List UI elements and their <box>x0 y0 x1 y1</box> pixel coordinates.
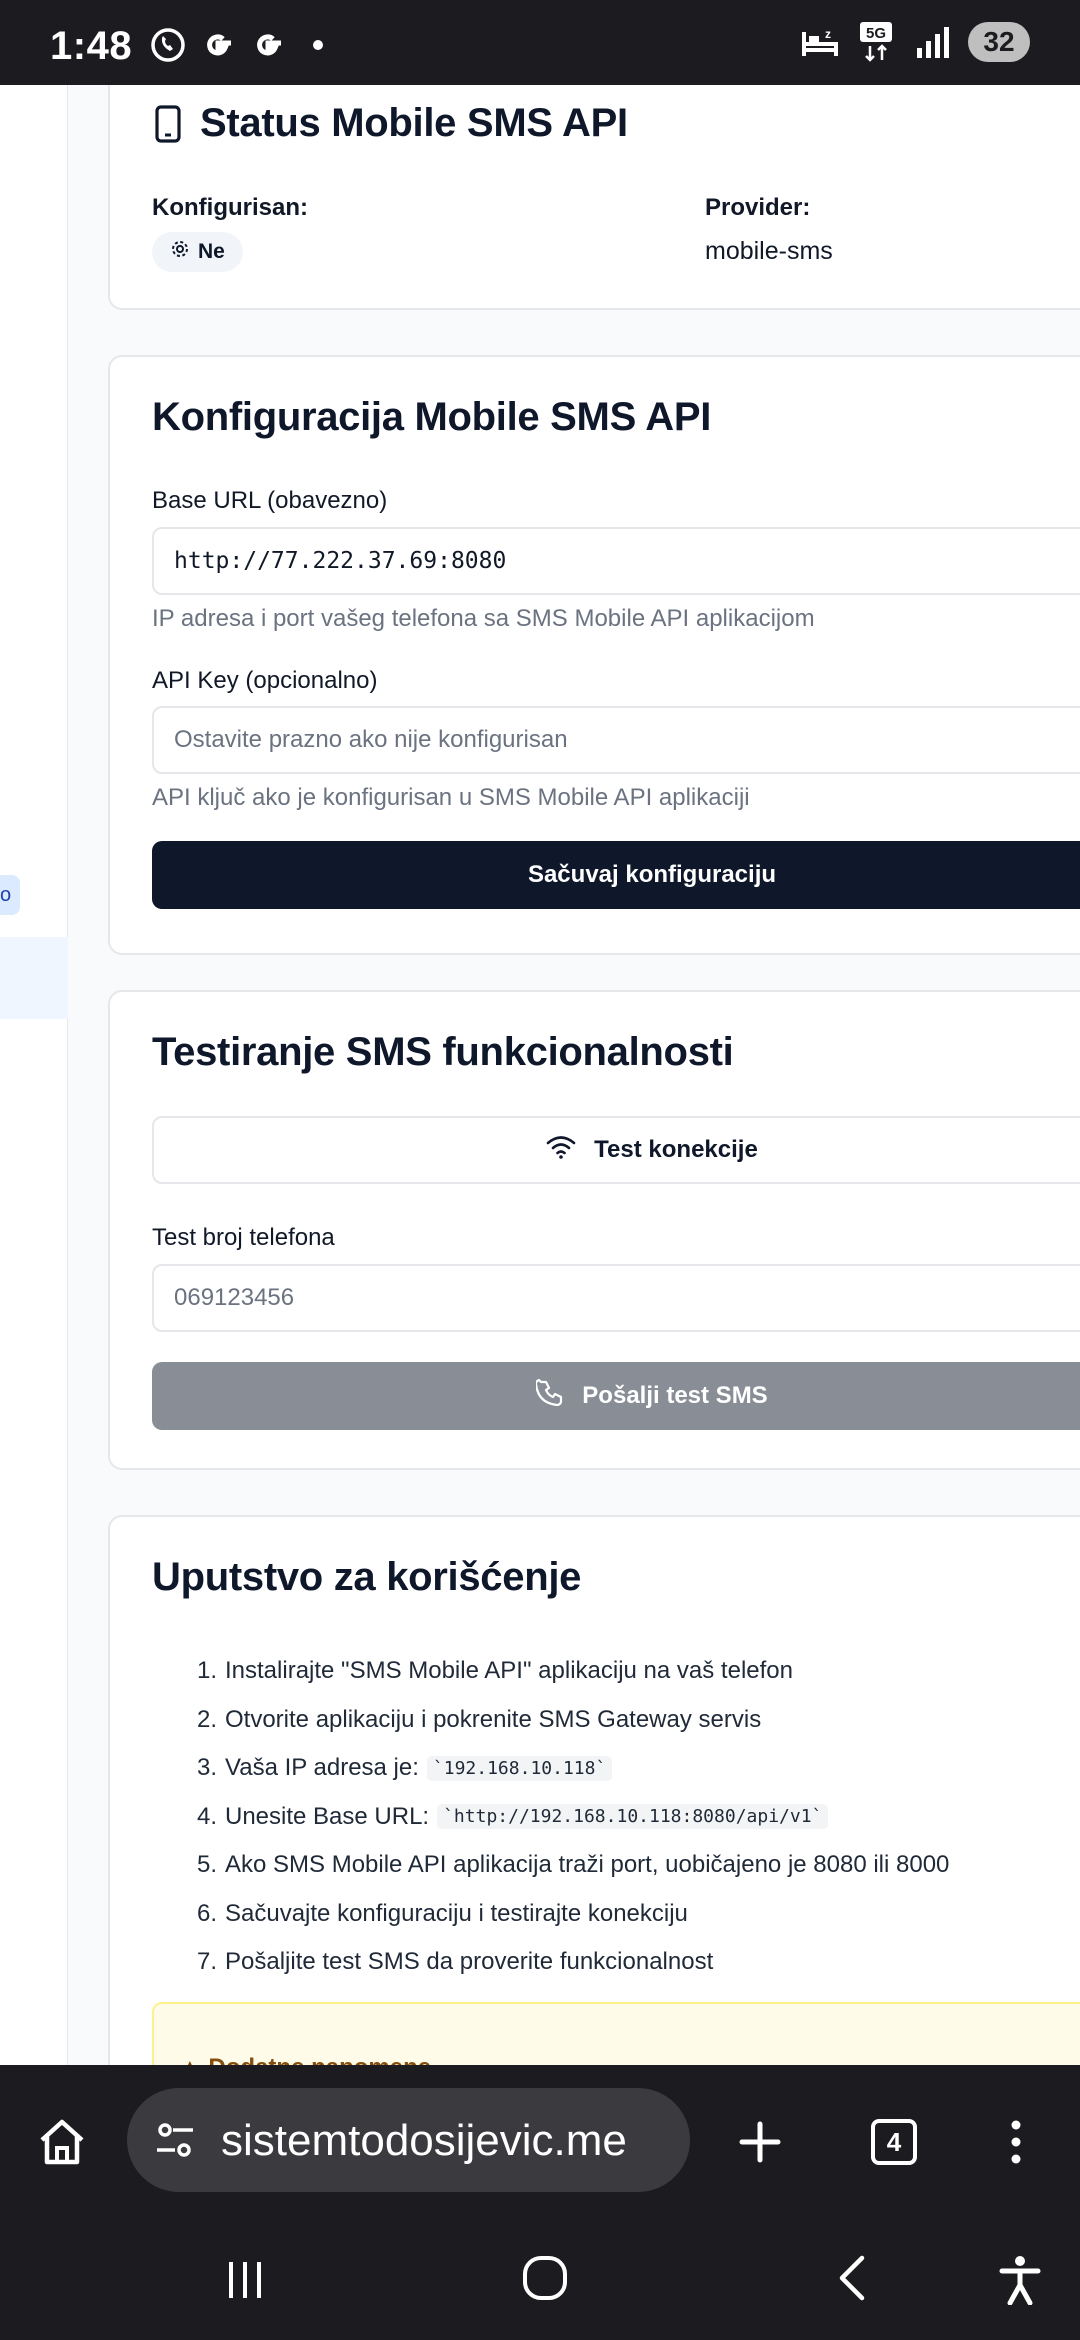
phone-icon <box>535 1378 564 1414</box>
status-card: Status Mobile SMS API Konfigurisan: Ne P… <box>108 85 1080 310</box>
status-card-title: Status Mobile SMS API <box>200 101 628 145</box>
sidebar-badge-text: o <box>0 883 12 906</box>
home-icon <box>40 2119 84 2165</box>
list-item: 4. Unesite Base URL: `http://192.168.10.11… <box>152 1793 1080 1842</box>
address-bar[interactable]: sistemtodosijevic.me <box>127 2088 690 2192</box>
battery-icon: 32 <box>968 22 1030 62</box>
send-test-sms-button[interactable]: Pošalji test SMS <box>152 1362 1080 1430</box>
save-config-label: Sačuvaj konfiguraciju <box>527 861 777 888</box>
test-connection-label: Test konekcije <box>594 1136 758 1163</box>
gear-icon <box>170 239 190 265</box>
list-item: 7. Pošaljite test SMS da proverite funkci… <box>196 1948 714 1976</box>
list-item: 5. Ako SMS Mobile API aplikacija traži po… <box>196 1851 950 1879</box>
configured-label: Konfigurisan: <box>152 194 308 221</box>
base-url-code: `http://192.168.10.118:8080/api/v1` <box>437 1804 829 1830</box>
dot-icon <box>298 25 338 65</box>
recents-icon <box>229 2262 261 2298</box>
home-button[interactable] <box>30 2110 94 2174</box>
api-key-label: API Key (opcionalno) <box>152 667 378 694</box>
phone-input[interactable]: 069123456 <box>152 1264 1080 1332</box>
warning-text: ▲ Dodatne napomene <box>178 2054 431 2065</box>
site-settings-icon[interactable] <box>147 2112 203 2168</box>
sleep-icon: z <box>800 22 840 62</box>
more-vert-icon <box>1011 2120 1021 2164</box>
warning-icon: ▲ <box>178 2054 208 2065</box>
sidebar: o <box>0 85 68 2065</box>
base-url-hint: IP adresa i port vašeg telefona sa SMS M… <box>152 605 815 632</box>
save-config-button[interactable]: Sačuvaj konfiguraciju <box>152 841 1080 909</box>
accessibility-button[interactable] <box>990 2250 1050 2310</box>
back-button[interactable] <box>822 2248 882 2308</box>
phone-label: Test broj telefona <box>152 1224 335 1251</box>
network-label: 5G <box>866 25 886 42</box>
accessibility-icon <box>999 2256 1041 2305</box>
base-url-label: Base URL (obavezno) <box>152 487 388 514</box>
instructions-card: Uputstvo za korišćenje 1. Instalirajte "S… <box>108 1515 1080 2065</box>
provider-label: Provider: <box>705 194 811 221</box>
list-item: 1. Instalirajte "SMS Mobile API" aplikaci… <box>196 1657 793 1685</box>
tabs-button[interactable]: 4 <box>862 2110 926 2174</box>
signal-icon <box>912 22 952 62</box>
url-text: sistemtodosijevic.me <box>221 2116 627 2165</box>
sidebar-item-active[interactable] <box>0 937 68 1019</box>
plus-icon <box>739 2121 781 2163</box>
5g-icon: 5G <box>856 22 896 62</box>
list-item: 2. Otvorite aplikaciju i pokrenite SMS Ga… <box>196 1705 762 1733</box>
api-key-input[interactable]: Ostavite prazno ako nije konfigurisan <box>152 706 1080 774</box>
api-key-hint: API ključ ako je konfigurisan u SMS Mobi… <box>152 784 750 811</box>
instructions-list: 1. Instalirajte "SMS Mobile API" aplikaci… <box>152 1647 1080 1987</box>
send-test-sms-label: Pošalji test SMS <box>582 1382 768 1409</box>
viber-icon <box>148 25 188 65</box>
provider-value: mobile-sms <box>705 237 833 265</box>
configured-value: Ne <box>198 240 225 263</box>
google-icon <box>248 25 288 65</box>
instructions-card-title: Uputstvo za korišćenje <box>152 1555 582 1599</box>
ip-code: `192.168.10.118` <box>426 1755 613 1781</box>
notification-icons <box>148 25 338 65</box>
list-item: 3. Vaša IP adresa je: `192.168.10.118` <box>152 1744 1080 1793</box>
svg-text:z: z <box>825 27 831 41</box>
status-badge: Ne <box>152 232 243 272</box>
list-item: 6. Sačuvajte konfiguraciju i testirajte k… <box>196 1899 688 1927</box>
warning-box: ▲ Dodatne napomene <box>152 2002 1080 2065</box>
new-tab-button[interactable] <box>728 2110 792 2174</box>
smartphone-icon <box>154 105 182 148</box>
back-icon <box>839 2255 865 2301</box>
tab-count: 4 <box>871 2119 917 2165</box>
google-icon <box>198 25 238 65</box>
status-time: 1:48 <box>50 24 133 68</box>
home-circle-icon <box>523 2256 567 2300</box>
home-nav-button[interactable] <box>515 2248 575 2308</box>
test-card: Testiranje SMS funkcionalnosti Test kone… <box>108 990 1080 1470</box>
config-card: Konfiguracija Mobile SMS API Base URL (o… <box>108 355 1080 955</box>
status-bar: 1:48 z 5G 32 <box>0 0 1080 85</box>
system-icons: z 5G 32 <box>800 22 1030 62</box>
test-card-title: Testiranje SMS funkcionalnosti <box>152 1030 734 1074</box>
config-card-title: Konfiguracija Mobile SMS API <box>152 395 712 439</box>
test-connection-button[interactable]: Test konekcije <box>152 1116 1080 1184</box>
web-page[interactable]: o Status Mobile SMS API Konfigurisan: Ne… <box>0 85 1080 2065</box>
base-url-input[interactable]: http://77.222.37.69:8080 <box>152 527 1080 595</box>
browser-toolbar: sistemtodosijevic.me 4 <box>0 2065 1080 2215</box>
wifi-icon <box>546 1134 576 1167</box>
recent-apps-button[interactable] <box>215 2250 275 2310</box>
sidebar-badge[interactable]: o <box>0 875 20 915</box>
system-navigation-bar <box>0 2215 1080 2340</box>
menu-button[interactable] <box>990 2110 1042 2174</box>
